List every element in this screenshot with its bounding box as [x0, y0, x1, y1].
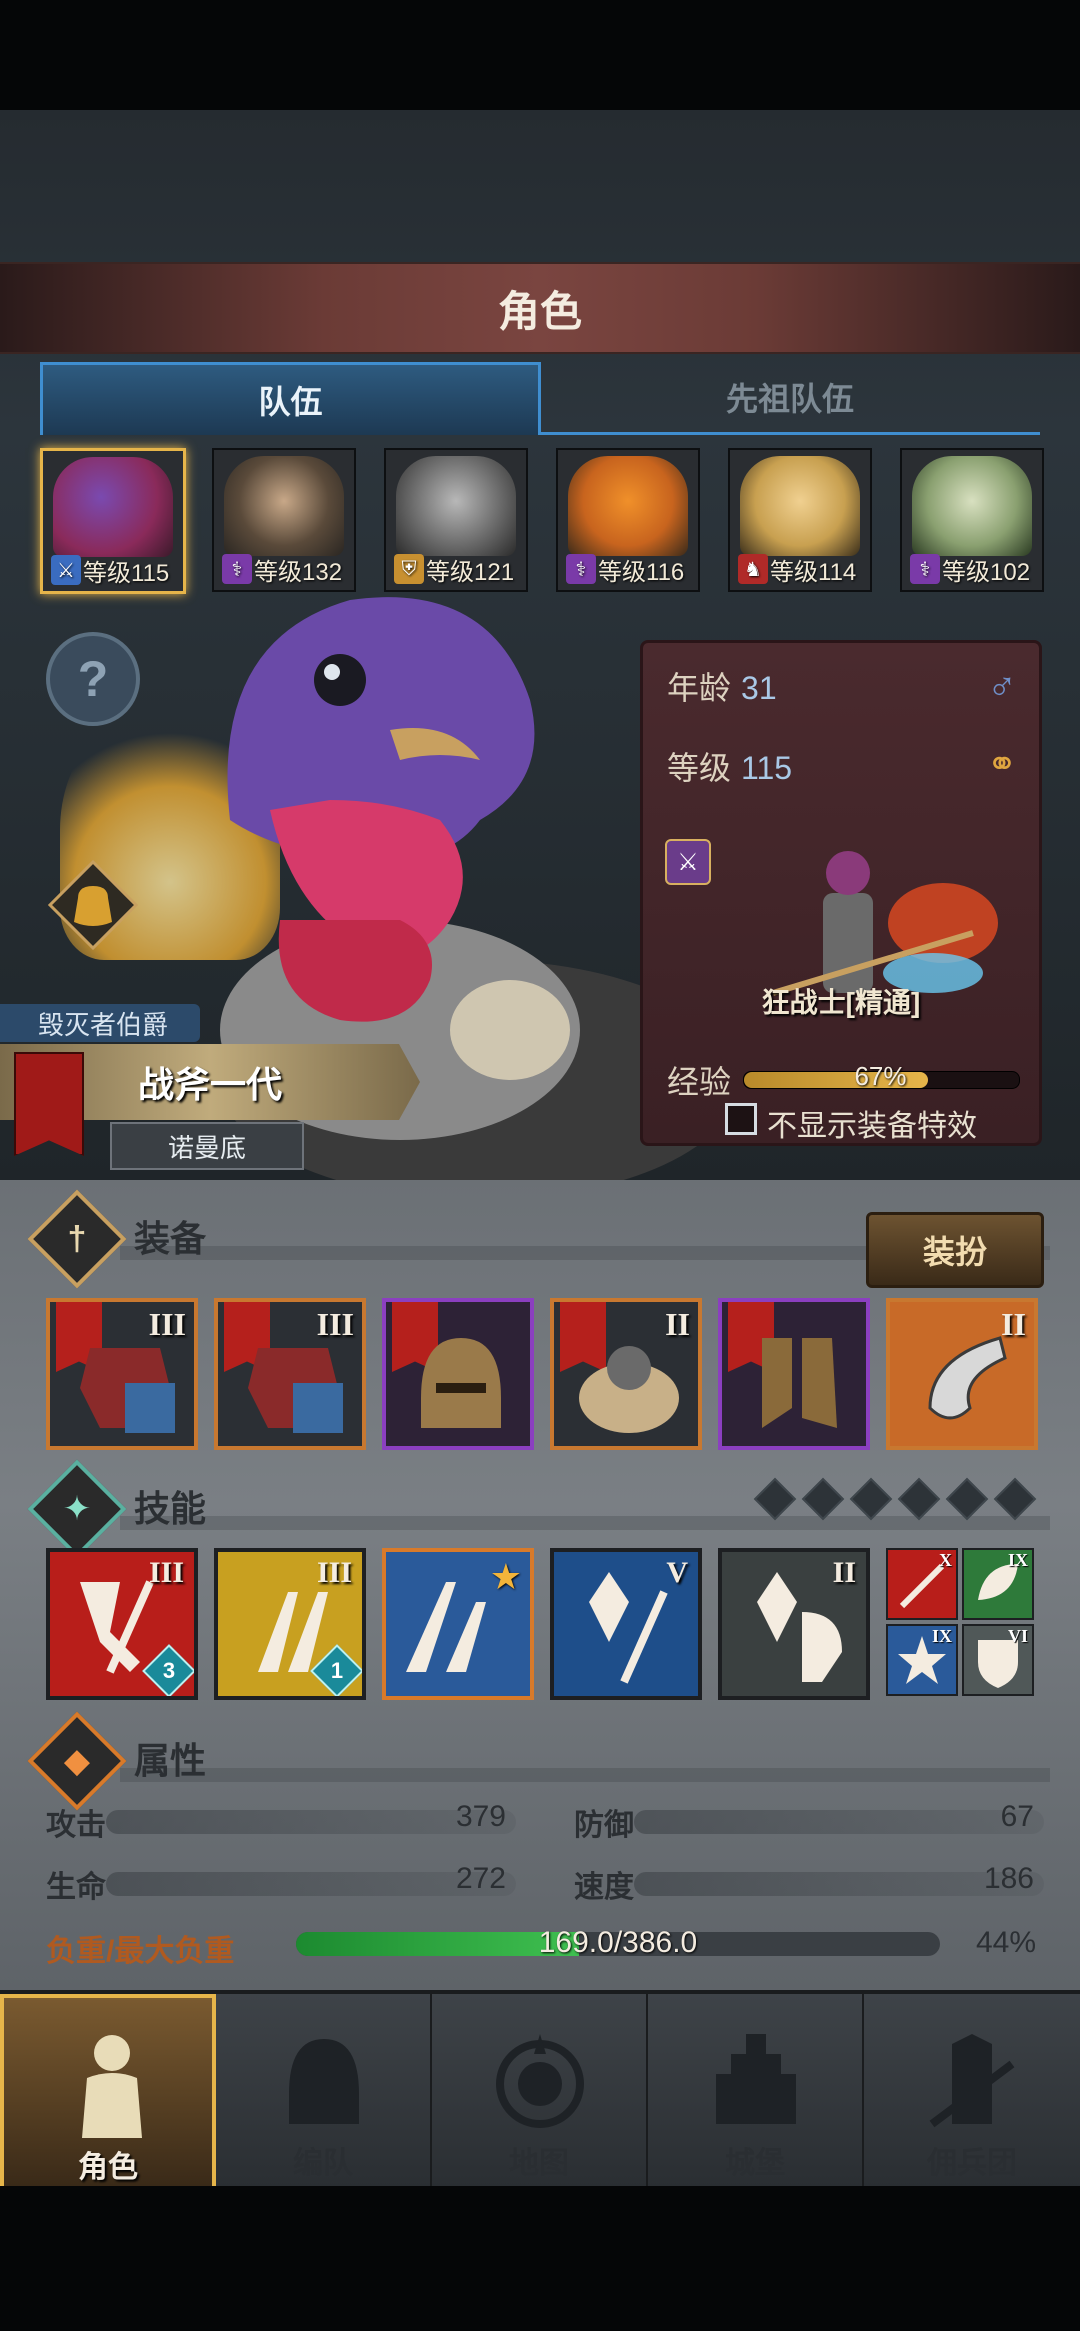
level-row: 等级 115: [667, 750, 793, 786]
fur-armor-icon: [579, 1346, 679, 1433]
castle-icon: [716, 2034, 796, 2124]
equipment-slots: III III II II: [46, 1298, 1040, 1450]
male-gender-icon: ♂: [987, 665, 1017, 709]
inventory-bag-icon[interactable]: [48, 860, 138, 950]
nav-castle[interactable]: 城堡: [648, 1994, 864, 2190]
passive-skill-slot[interactable]: X: [886, 1548, 958, 1620]
hero-card[interactable]: ⚕ 等级102: [900, 448, 1044, 592]
equipment-slot[interactable]: III: [214, 1298, 366, 1450]
nav-formation[interactable]: 编队: [216, 1994, 432, 2190]
equipment-title: 装备: [134, 1218, 207, 1259]
character-origin: 诺曼底: [110, 1122, 304, 1170]
attributes-section-header: ◆ 属性: [27, 1711, 1050, 1811]
skill-slot-dot: [945, 1477, 989, 1521]
load-value: 169.0/386.0: [538, 1926, 698, 1959]
equipment-slot[interactable]: II: [886, 1298, 1038, 1450]
defense-stat: 防御 67: [574, 1800, 1044, 1842]
skill-slot-dot: [849, 1477, 893, 1521]
skill-slot-indicators: [753, 1477, 1046, 1521]
equipment-slot[interactable]: II: [550, 1298, 702, 1450]
class-name: 狂战士[精通]: [761, 987, 921, 1018]
skill-slot[interactable]: ★: [382, 1548, 534, 1700]
knight-icon: [82, 2035, 142, 2138]
skill-slot[interactable]: II: [718, 1548, 870, 1700]
skill-slot-dot: [753, 1477, 797, 1521]
skill-star-icon: ✦: [27, 1459, 127, 1559]
equipment-slot[interactable]: III: [46, 1298, 198, 1450]
status-bar: [0, 0, 1080, 110]
character-stats-panel: 年龄 31 ♂ 等级 115 ⚭ ⚔ 狂战士[精通] 经验 67% 不显示装备特效: [640, 640, 1042, 1146]
attributes-title: 属性: [134, 1740, 207, 1781]
passive-skill-slot[interactable]: IX: [886, 1624, 958, 1696]
class-badge-icon: ♞: [738, 554, 768, 584]
load-label: 负重/最大负重: [46, 1935, 235, 1968]
equipment-slot[interactable]: [718, 1298, 870, 1450]
passive-skill-slot[interactable]: IX: [962, 1548, 1034, 1620]
health-stat: 生命 272: [46, 1862, 516, 1904]
passive-skill-slot[interactable]: VI: [962, 1624, 1034, 1696]
bottom-navigation: 角色 编队 地图 城堡 佣兵团: [0, 1990, 1080, 2190]
page-title-banner: 角色: [0, 262, 1080, 354]
horn-icon: [928, 1336, 1007, 1420]
skill-slot[interactable]: V: [550, 1548, 702, 1700]
hero-portrait: [396, 456, 516, 556]
system-navigation-area: [0, 2186, 1080, 2331]
helmet-icon: [289, 2039, 359, 2124]
hide-effects-label: 不显示装备特效: [767, 1110, 977, 1143]
skill-slot-dot: [897, 1477, 941, 1521]
hide-effects-checkbox[interactable]: [725, 1103, 757, 1135]
attack-stat: 攻击 379: [46, 1800, 516, 1842]
hero-portrait: [740, 456, 860, 556]
mercenary-icon: [929, 2034, 1015, 2128]
hero-portrait: [53, 457, 173, 557]
hero-portrait: [224, 456, 344, 556]
exp-label: 经验: [667, 1064, 732, 1100]
helmet-icon: [421, 1338, 501, 1428]
load-percent: 44%: [976, 1926, 1037, 1959]
armor-icon: [80, 1348, 175, 1433]
nav-mercenary[interactable]: 佣兵团: [864, 1994, 1080, 2190]
tab-ancestor-team[interactable]: 先祖队伍: [540, 362, 1040, 435]
dagger-icon: †: [27, 1189, 127, 1289]
exp-percent: 67%: [854, 1061, 907, 1091]
age-row: 年龄 31: [667, 670, 777, 706]
hero-card[interactable]: ♞ 等级114: [728, 448, 872, 592]
character-name: 战斧一代: [137, 1064, 282, 1105]
character-title: 毁灭者伯爵: [0, 1004, 200, 1042]
tab-team[interactable]: 队伍: [40, 362, 541, 435]
class-badge-icon: ⚔: [51, 555, 81, 585]
nav-character[interactable]: 角色: [0, 1994, 216, 2190]
hero-level: ⚕ 等级102: [902, 552, 1042, 586]
class-badge-icon: ⚕: [910, 554, 940, 584]
skill-slots: III 3 III 1 ★ V II X IX IX VI: [46, 1548, 1046, 1700]
attribute-icon: ◆: [27, 1711, 127, 1811]
hero-portrait: [568, 456, 688, 556]
skill-slot-dot: [801, 1477, 845, 1521]
boots-icon: [762, 1338, 837, 1428]
dress-up-button[interactable]: 装扮: [866, 1212, 1044, 1288]
hero-portrait: [912, 456, 1032, 556]
star-icon: ★: [489, 1556, 522, 1597]
ring-icon[interactable]: ⚭: [987, 743, 1017, 785]
question-icon: ?: [77, 651, 109, 707]
compass-icon: [496, 2034, 584, 2128]
page-title: 角色: [497, 287, 582, 335]
skill-slot-dot: [993, 1477, 1037, 1521]
team-tabs: 队伍 先祖队伍: [40, 362, 1040, 435]
class-icon[interactable]: ⚔: [665, 839, 711, 885]
skill-slot[interactable]: III 3: [46, 1548, 198, 1700]
hero-level: ♞ 等级114: [730, 552, 870, 586]
nav-map[interactable]: 地图: [432, 1994, 648, 2190]
equipment-slot[interactable]: [382, 1298, 534, 1450]
skill-slot[interactable]: III 1: [214, 1548, 366, 1700]
skills-title: 技能: [134, 1488, 207, 1529]
armor-icon: [248, 1348, 343, 1433]
speed-stat: 速度 186: [574, 1862, 1044, 1904]
